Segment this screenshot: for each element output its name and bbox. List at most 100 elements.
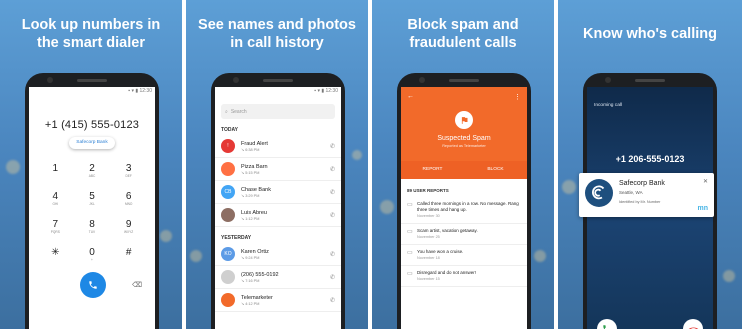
keypad-key-4[interactable]: 4 GHI xyxy=(37,191,74,206)
keypad-key-7[interactable]: 7 PQRS xyxy=(37,219,74,234)
call-time: ↘ 4:12 PM xyxy=(241,301,260,306)
contact-avatar: ! xyxy=(221,139,235,153)
speaker-grille xyxy=(263,79,293,82)
keypad-key-#[interactable]: # xyxy=(110,247,147,262)
report-text: Called three mornings in a row. No messa… xyxy=(417,201,519,212)
keypad-key-5[interactable]: 5 JKL xyxy=(74,191,111,206)
speaker-grille xyxy=(635,79,665,82)
call-log-row[interactable]: CB Chase Bank ↘ 3:29 PM ✆ xyxy=(215,181,341,204)
spam-title: Suspected Spam xyxy=(437,135,491,142)
keypad: 1 2 ABC 3 DEF 4 GHI 5 JKL 6 MNO 7 PQRS 8 TUV 9 WXYZ ✳ 0 + # xyxy=(37,163,147,262)
call-back-icon[interactable]: ✆ xyxy=(330,274,335,281)
key-letters: DEF xyxy=(125,174,132,178)
call-time: ↘ 7:16 PM xyxy=(241,278,260,283)
today-list: ! Fraud Alert ↘ 6:38 PM ✆ Pizza Barn ↘ 5:15 P… xyxy=(215,135,341,227)
call-log-row[interactable]: Luis Abreu ↘ 1:12 PM ✆ xyxy=(215,204,341,227)
contact-avatar xyxy=(221,162,235,176)
camera-icon xyxy=(47,77,53,83)
keypad-key-6[interactable]: 6 MNO xyxy=(110,191,147,206)
report-body: You have won a cruise. November 18 xyxy=(417,249,463,260)
keypad-key-2[interactable]: 2 ABC xyxy=(74,163,111,178)
comment-icon: ▭ xyxy=(407,229,413,235)
caller-location: Seattle, WA xyxy=(619,190,643,195)
call-time: ↘ 5:15 PM xyxy=(241,170,260,175)
safecorp-logo-icon xyxy=(585,179,613,207)
call-time: ↘ 9:24 PM xyxy=(241,255,260,260)
contact-avatar: CB xyxy=(221,185,235,199)
caller-name: Safecorp Bank xyxy=(619,180,665,187)
headline-line: Know who's calling xyxy=(583,26,717,42)
call-log-row[interactable]: Telemarketer ↘ 4:12 PM ✆ xyxy=(215,289,341,312)
key-digit: ✳ xyxy=(51,247,60,258)
call-time: ↘ 3:29 PM xyxy=(241,193,260,198)
key-digit: 5 xyxy=(89,191,95,202)
camera-icon xyxy=(233,77,239,83)
status-time: 12:30 xyxy=(139,88,152,94)
dialer-screen: ▪ ▾ ▮ 12:30 +1 (415) 555-0123 Safecorp B… xyxy=(29,87,155,329)
camera-icon xyxy=(419,77,425,83)
report-body: Called three mornings in a row. No messa… xyxy=(417,201,521,218)
comment-icon: ▭ xyxy=(407,250,413,256)
history-screen: ▪ ▾ ▮ 12:30 ⌕ Search TODAY ! Fraud Alert ↘… xyxy=(215,87,341,329)
call-back-icon[interactable]: ✆ xyxy=(330,297,335,304)
user-report: ▭ Scam artist, vacation getaway. November … xyxy=(401,224,527,245)
close-icon[interactable]: ✕ xyxy=(703,178,708,185)
keypad-key-✳[interactable]: ✳ xyxy=(37,247,74,262)
headline-line: Look up numbers in xyxy=(21,17,161,33)
camera-icon xyxy=(605,77,611,83)
user-report: ▭ You have won a cruise. November 18 xyxy=(401,245,527,266)
report-date: November 18 xyxy=(417,256,440,260)
hang-up-icon xyxy=(687,326,699,329)
contact-avatar: KO xyxy=(221,247,235,261)
call-back-icon[interactable]: ✆ xyxy=(330,189,335,196)
call-button[interactable] xyxy=(80,272,107,298)
call-back-icon[interactable]: ✆ xyxy=(330,166,335,173)
call-log-text: Fraud Alert ↘ 6:38 PM xyxy=(241,141,330,152)
report-text: Disregard and do not answer! xyxy=(417,270,477,275)
key-digit: 8 xyxy=(89,219,95,230)
key-letters: WXYZ xyxy=(124,230,134,234)
report-button[interactable]: REPORT xyxy=(401,161,464,179)
user-report: ▭ Disregard and do not answer! November 15 xyxy=(401,266,527,287)
search-icon: ⌕ xyxy=(225,108,228,115)
contact-avatar xyxy=(221,270,235,284)
keypad-key-8[interactable]: 8 TUV xyxy=(74,219,111,234)
caller-id-card: Safecorp Bank Seattle, WA Identified by … xyxy=(579,173,714,217)
key-letters: + xyxy=(91,258,93,262)
call-log-row[interactable]: (206) 555-0192 ↘ 7:16 PM ✆ xyxy=(215,266,341,289)
caller-id-chip[interactable]: Safecorp Bank xyxy=(69,137,115,149)
keypad-key-3[interactable]: 3 DEF xyxy=(110,163,147,178)
call-back-icon[interactable]: ✆ xyxy=(330,212,335,219)
keypad-key-9[interactable]: 9 WXYZ xyxy=(110,219,147,234)
headline-line: Block spam and xyxy=(407,17,519,33)
call-log-row[interactable]: KO Karen Ortiz ↘ 9:24 PM ✆ xyxy=(215,243,341,266)
key-letters: ABC xyxy=(88,174,96,178)
call-log-text: Karen Ortiz ↘ 9:24 PM xyxy=(241,249,330,260)
call-log-text: Telemarketer ↘ 4:12 PM xyxy=(241,295,330,306)
call-back-icon[interactable]: ✆ xyxy=(330,251,335,258)
keypad-key-0[interactable]: 0 + xyxy=(74,247,111,262)
yesterday-list: KO Karen Ortiz ↘ 9:24 PM ✆ (206) 555-0192 ↘ 7… xyxy=(215,243,341,312)
key-letters xyxy=(110,258,147,262)
speaker-grille xyxy=(77,79,107,82)
key-letters: PQRS xyxy=(50,230,60,234)
keypad-key-1[interactable]: 1 xyxy=(37,163,74,178)
call-log-row[interactable]: Pizza Barn ↘ 5:15 PM ✆ xyxy=(215,158,341,181)
call-time: ↘ 6:38 PM xyxy=(241,147,260,152)
phone-frame: ▪ ▾ ▮ 12:30 +1 (415) 555-0123 Safecorp B… xyxy=(25,73,159,329)
headline-history: See names and photos in call history xyxy=(186,16,368,52)
call-back-icon[interactable]: ✆ xyxy=(330,143,335,150)
key-digit: 6 xyxy=(125,191,132,202)
back-arrow-icon[interactable]: ← xyxy=(407,93,414,100)
block-button[interactable]: BLOCK xyxy=(464,161,527,179)
call-log-row[interactable]: ! Fraud Alert ↘ 6:38 PM ✆ xyxy=(215,135,341,158)
search-input[interactable]: ⌕ Search xyxy=(221,104,335,119)
more-options-icon[interactable]: ⋮ xyxy=(514,93,521,101)
report-body: Disregard and do not answer! November 15 xyxy=(417,270,476,281)
spam-subtitle: Reported as Telemarketer xyxy=(442,144,486,148)
user-report: ▭ Called three mornings in a row. No mess… xyxy=(401,197,527,224)
key-digit: 2 xyxy=(89,163,95,174)
backspace-icon[interactable]: ⌫ xyxy=(132,281,142,289)
comment-icon: ▭ xyxy=(407,271,413,277)
panel-caller-id: Know who's calling Incoming call +1 206-… xyxy=(558,0,742,329)
